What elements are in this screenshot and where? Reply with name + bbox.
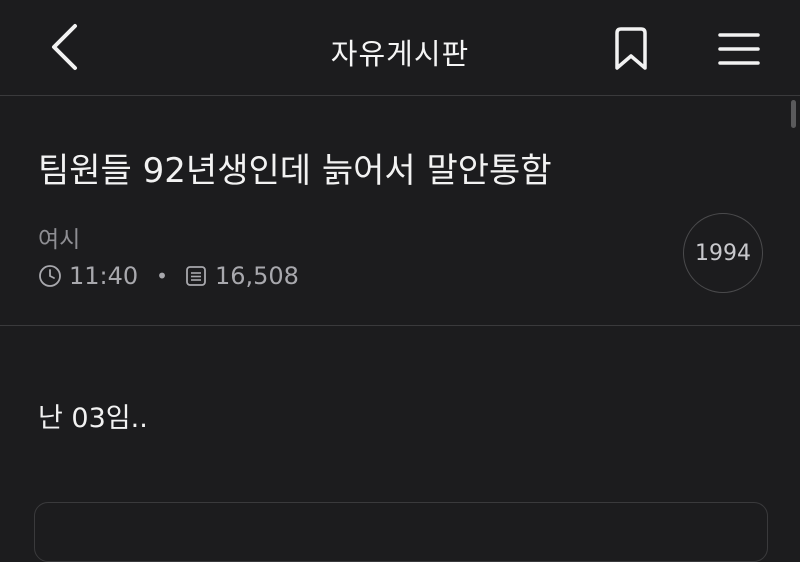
bookmark-button[interactable] bbox=[604, 26, 658, 76]
post-body: 난 03임.. bbox=[38, 403, 148, 434]
post-time: 11:40 bbox=[69, 262, 139, 290]
bookmark-icon bbox=[611, 26, 651, 76]
post-author[interactable]: 여시 bbox=[38, 220, 80, 254]
clock-icon bbox=[38, 264, 62, 288]
views-icon bbox=[184, 264, 208, 288]
page-title: 자유게시판 bbox=[330, 37, 470, 71]
bottom-card[interactable] bbox=[34, 502, 768, 562]
hamburger-menu-icon bbox=[718, 31, 760, 71]
post-title: 팀원들 92년생인데 늙어서 말안통함 bbox=[38, 151, 552, 191]
divider bbox=[0, 325, 800, 326]
top-navigation-bar: 자유게시판 bbox=[0, 0, 800, 96]
meta-separator: • bbox=[156, 264, 168, 288]
scrollbar[interactable] bbox=[791, 100, 796, 128]
post-views: 16,508 bbox=[214, 262, 299, 290]
post-meta: 11:40 • 16,508 bbox=[38, 261, 299, 291]
menu-button[interactable] bbox=[710, 26, 768, 76]
author-badge: 1994 bbox=[683, 213, 763, 293]
